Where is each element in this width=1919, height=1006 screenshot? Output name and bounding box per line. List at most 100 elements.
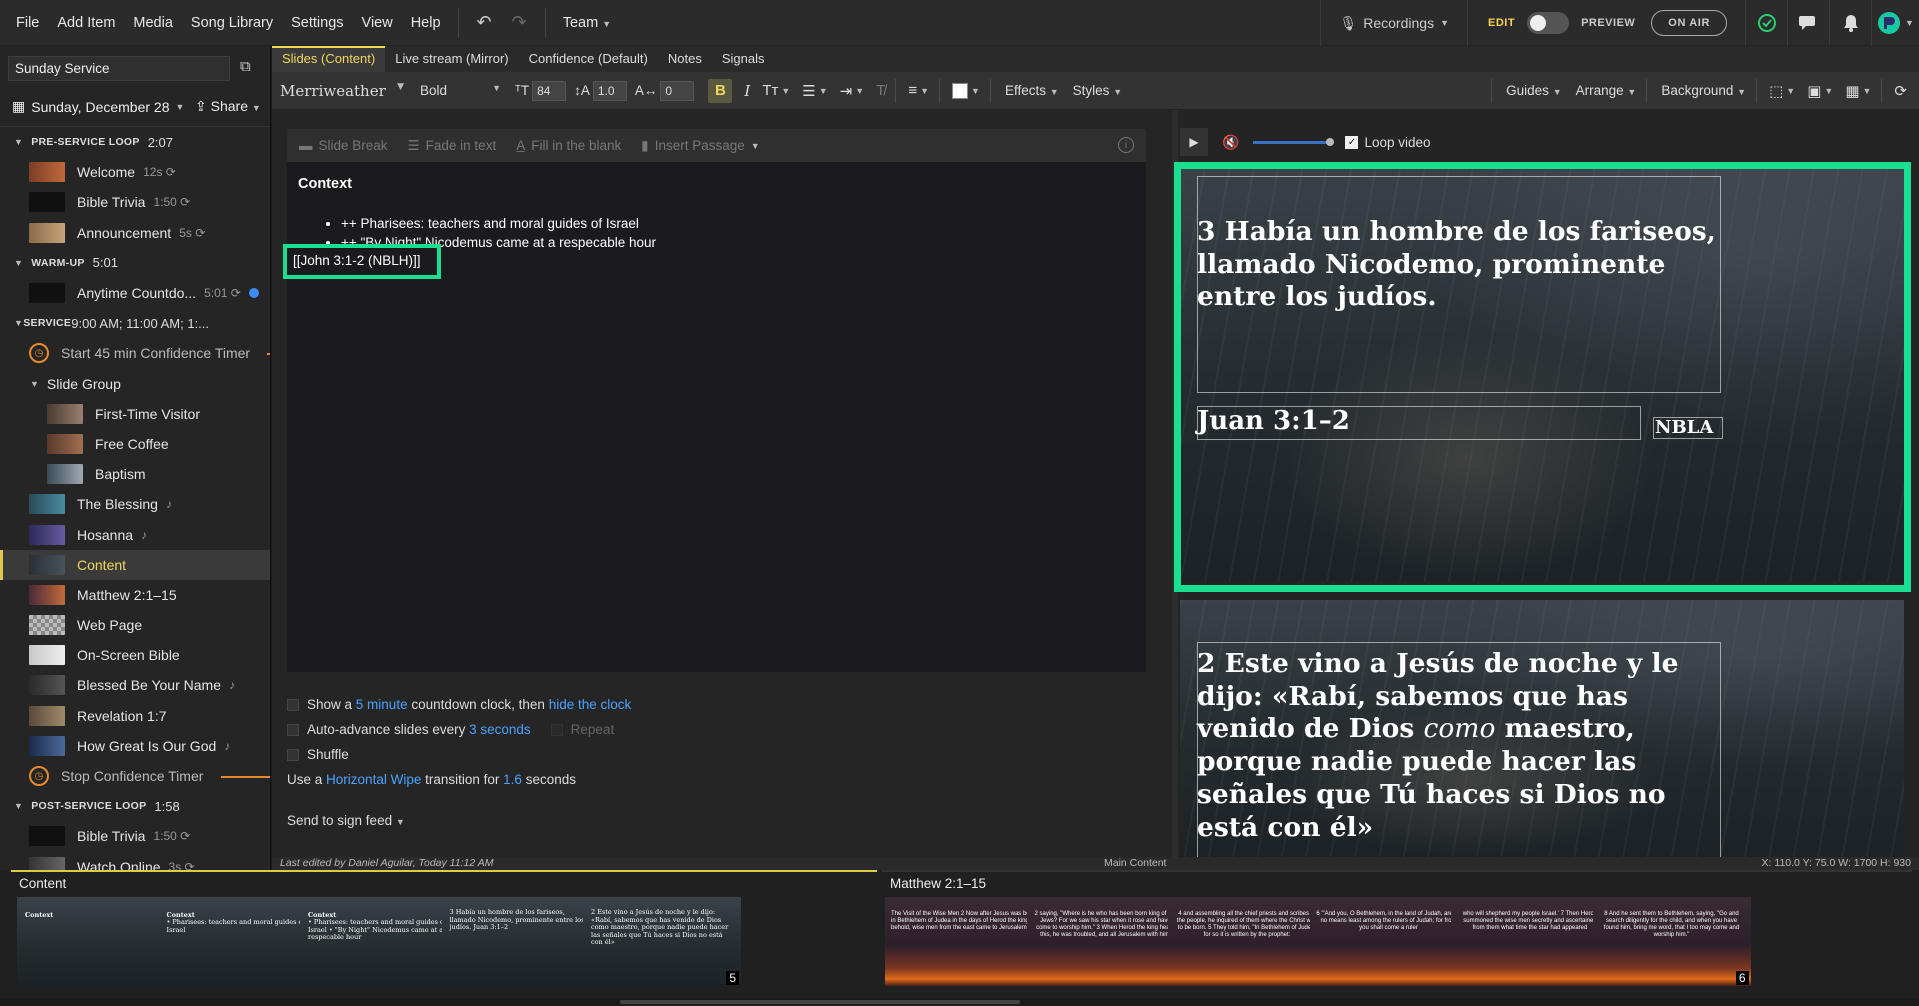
team-dropdown[interactable]: Team ▼ (554, 15, 620, 31)
slide-break-button[interactable]: ▬ Slide Break (299, 138, 388, 153)
menu-help[interactable]: Help (402, 15, 450, 31)
align-button[interactable]: ≡ ▼ (908, 82, 929, 99)
italic-button[interactable]: I (744, 82, 750, 100)
sidebar-timer-item[interactable]: ◷ Stop Confidence Timer (0, 761, 270, 791)
grid-icon[interactable]: ▦ ▼ (1845, 82, 1871, 100)
sidebar-section-header[interactable]: ▼ SERVICE 9:00 AM; 11:00 AM; 1:... (0, 308, 270, 338)
on-air-button[interactable]: ON AIR (1651, 10, 1727, 36)
sidebar-item[interactable]: Matthew 2:1–15 (0, 580, 270, 610)
font-family-select[interactable]: Merriweather ▼ (272, 82, 412, 100)
sidebar-sub-item[interactable]: First-Time Visitor (0, 399, 270, 429)
sidebar-item[interactable]: Bible Trivia 1:50 ⟳ (0, 821, 270, 851)
notification-bell-icon[interactable] (1829, 0, 1871, 46)
loop-video-option[interactable]: ✓ Loop video (1345, 135, 1431, 150)
menu-media[interactable]: Media (124, 15, 182, 31)
sidebar-item[interactable]: Announcement 5s ⟳ (0, 218, 270, 248)
sidebar-item[interactable]: Watch Online 3s ⟳ (0, 852, 270, 870)
sidebar-section-header[interactable]: ▼ PRE-SERVICE LOOP 2:07 (0, 127, 270, 157)
loop-video-checkbox[interactable]: ✓ (1345, 135, 1359, 149)
sidebar-item[interactable]: Content (0, 549, 270, 580)
filmstrip-slide[interactable]: who will shepherd my people Israel.' 7 T… (1451, 897, 1609, 986)
filmstrip-slide[interactable]: Context • Pharisees: teachers and moral g… (158, 897, 317, 986)
menu-settings[interactable]: Settings (282, 15, 352, 31)
sidebar-timer-item[interactable]: ◷ Start 45 min Confidence Timer (0, 338, 270, 368)
service-date-dropdown[interactable]: ▦ Sunday, December 28 ▼ (12, 98, 184, 115)
font-weight-select[interactable]: Bold ▼ (412, 83, 507, 98)
sidebar-item[interactable]: Revelation 1:7 (0, 701, 270, 731)
tab-signals[interactable]: Signals (712, 46, 775, 72)
sidebar-item[interactable]: Hosanna ♪ (0, 519, 270, 549)
tab-confidence[interactable]: Confidence (Default) (519, 46, 658, 72)
font-size-value[interactable]: 84 (532, 80, 567, 101)
sync-status-icon[interactable] (1745, 0, 1787, 46)
info-icon[interactable]: i (1118, 137, 1134, 153)
slide-text-editor[interactable]: Context ++ Pharisees: teachers and moral… (287, 162, 1146, 672)
bold-button[interactable]: B (708, 78, 733, 103)
edit-preview-toggle[interactable] (1527, 12, 1570, 34)
send-to-sign-feed-dropdown[interactable]: Send to sign feed ▼ (287, 813, 405, 828)
sidebar-item[interactable]: On-Screen Bible (0, 640, 270, 670)
filmstrip-slide[interactable]: 3 Había un hombre de los fariseos, llama… (441, 897, 600, 986)
refresh-icon[interactable]: ⟳ (1894, 82, 1907, 100)
transition-type-link[interactable]: Horizontal Wipe (326, 772, 421, 787)
sidebar-section-header[interactable]: ▼ POST-SERVICE LOOP 1:58 (0, 791, 270, 821)
shuffle-checkbox[interactable] (287, 748, 299, 761)
transition-duration-link[interactable]: 1.6 (503, 772, 522, 787)
hide-clock-link[interactable]: hide the clock (549, 697, 632, 712)
sidebar-sub-item[interactable]: Baptism (0, 459, 270, 489)
filmstrip-slide[interactable]: 2 Este vino a Jesús de noche y le dijo: … (583, 897, 741, 986)
menu-add-item[interactable]: Add Item (48, 15, 124, 31)
bullet-list-button[interactable]: ☰ ▼ (802, 82, 827, 100)
countdown-duration-link[interactable]: 5 minute (356, 697, 408, 712)
background-dropdown[interactable]: Background ▼ (1661, 83, 1746, 98)
effects-dropdown[interactable]: Effects ▼ (1005, 83, 1059, 98)
redo-icon[interactable]: ↷ (502, 12, 537, 33)
service-name-field[interactable]: Sunday Service (8, 56, 230, 81)
arrange-dropdown[interactable]: Arrange ▼ (1576, 83, 1637, 98)
styles-dropdown[interactable]: Styles ▼ (1073, 83, 1122, 98)
fill-in-blank-button[interactable]: A̲ Fill in the blank (516, 138, 621, 153)
filmstrip-slide[interactable]: 6 "'And you, O Bethlehem, in the land of… (1309, 897, 1468, 986)
countdown-checkbox[interactable] (287, 698, 299, 711)
filmstrip-scrollbar[interactable] (0, 998, 1919, 1006)
filmstrip-slide[interactable]: The Visit of the Wise Men 2 Now after Je… (885, 897, 1043, 986)
letter-spacing-value[interactable]: 0 (660, 80, 695, 101)
sidebar-item[interactable]: Welcome 12s ⟳ (0, 157, 270, 187)
sidebar-section-header[interactable]: ▼ WARM-UP 5:01 (0, 248, 270, 278)
image-icon[interactable]: ▣ ▼ (1807, 82, 1833, 100)
sidebar-item[interactable]: The Blessing ♪ (0, 489, 270, 519)
avatar[interactable]: ▼ (1871, 0, 1919, 46)
sidebar-item[interactable]: Web Page (0, 610, 270, 640)
share-button[interactable]: ⇪ Share ▼ (195, 98, 261, 115)
tab-slides-content[interactable]: Slides (Content) (272, 46, 386, 72)
line-height-value[interactable]: 1.0 (592, 80, 627, 101)
sidebar-item[interactable]: How Great Is Our God ♪ (0, 731, 270, 761)
text-case-button[interactable]: Tт ▼ (762, 82, 790, 99)
play-icon[interactable]: ▶ (1180, 128, 1208, 156)
insert-passage-button[interactable]: ▮ Insert Passage ▼ (641, 138, 759, 154)
advance-seconds-link[interactable]: 3 seconds (469, 722, 531, 737)
filmstrip-slide[interactable]: 2 saying, "Where is he who has been born… (1026, 897, 1185, 986)
chat-icon[interactable] (1787, 0, 1829, 46)
letter-spacing-stepper[interactable]: A↔ 0 (635, 80, 695, 101)
filmstrip-slide[interactable]: Context • Pharisees: teachers and moral g… (300, 897, 458, 986)
sidebar-slide-group[interactable]: ▼ Slide Group (0, 369, 270, 399)
recordings-dropdown[interactable]: 🎙 Recordings ▼ (1320, 0, 1468, 46)
filmstrip-slide[interactable]: Context1 (17, 897, 175, 986)
slide-preview-2[interactable]: 2 Este vino a Jesús de noche y le dijo: … (1180, 600, 1904, 857)
tab-notes[interactable]: Notes (658, 46, 712, 72)
clear-format-icon[interactable]: T̸ (876, 82, 885, 99)
scrollbar-thumb[interactable] (620, 1000, 1020, 1004)
guides-dropdown[interactable]: Guides ▼ (1506, 83, 1561, 98)
repeat-checkbox[interactable] (550, 723, 563, 736)
menu-file[interactable]: File (0, 15, 48, 31)
filmstrip-slide[interactable]: 4 and assembling all the chief priests a… (1168, 897, 1326, 986)
fade-in-text-button[interactable]: ☰ Fade in text (408, 138, 497, 154)
filmstrip-slide[interactable]: 8 And he sent them to Bethlehem, saying,… (1592, 897, 1751, 986)
undo-icon[interactable]: ↶ (467, 12, 502, 33)
text-box-icon[interactable]: ⬚ ▼ (1769, 82, 1795, 100)
volume-slider[interactable] (1253, 137, 1335, 146)
sidebar-sub-item[interactable]: Free Coffee (0, 429, 270, 459)
menu-view[interactable]: View (353, 15, 402, 31)
sidebar-item[interactable]: Bible Trivia 1:50 ⟳ (0, 187, 270, 217)
